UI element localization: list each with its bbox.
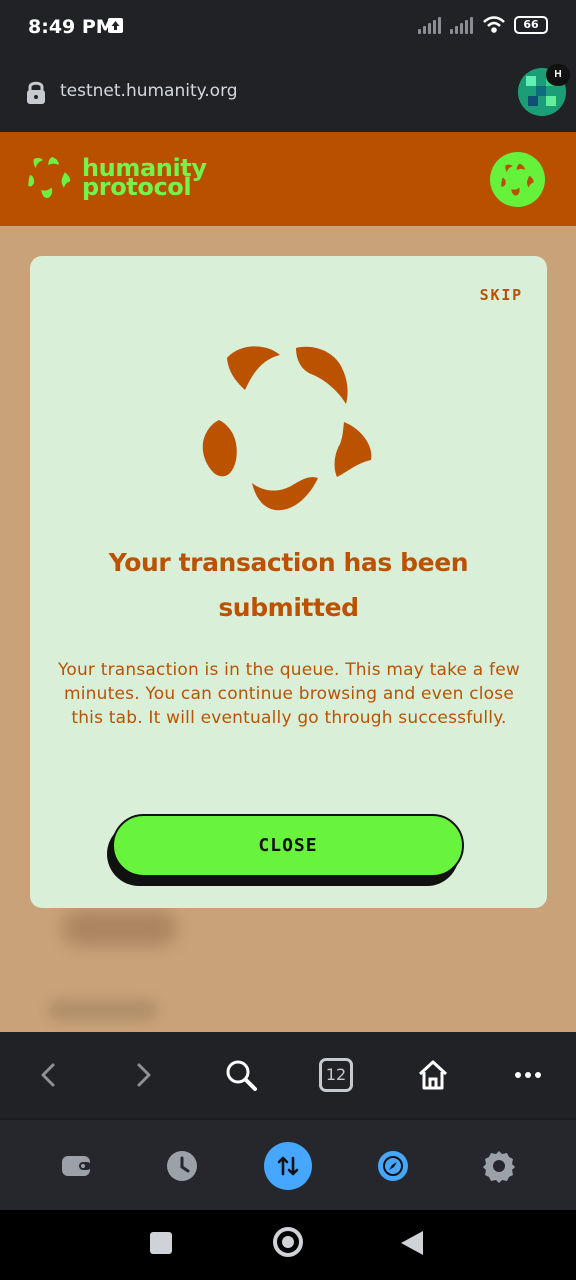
modal-message: Your transaction is in the queue. This m… [58, 660, 520, 728]
search-icon[interactable] [216, 1050, 266, 1100]
back-triangle-icon[interactable] [401, 1231, 423, 1255]
blurred-background-element [48, 1000, 158, 1020]
system-navigation-bar [0, 1210, 576, 1280]
battery-indicator: 66 [514, 16, 548, 34]
browser-address-bar[interactable]: testnet.humanity.org [0, 56, 576, 132]
brand-logo[interactable]: humanity protocol [28, 154, 207, 201]
blurred-background-element [62, 910, 177, 946]
brand-wordmark: humanity protocol [82, 154, 207, 201]
upload-icon [108, 18, 123, 33]
signal-icon [450, 16, 474, 34]
wallet-toolbar [0, 1120, 576, 1210]
history-icon[interactable] [158, 1142, 206, 1190]
close-button[interactable]: CLOSE [112, 814, 464, 877]
tabs-count-icon[interactable]: 12 [311, 1050, 361, 1100]
wifi-icon [483, 16, 505, 33]
profile-badge: H [546, 64, 570, 86]
status-bar: 8:49 PM 66 [0, 0, 576, 56]
humanity-logo-icon [202, 346, 372, 511]
humanity-logo-icon [28, 157, 71, 199]
signal-icon [418, 16, 442, 34]
status-icons: 66 [418, 16, 548, 34]
forward-icon[interactable] [118, 1050, 168, 1100]
home-circle-icon[interactable] [273, 1227, 303, 1257]
status-time: 8:49 PM [28, 16, 115, 38]
home-icon[interactable] [408, 1050, 458, 1100]
more-icon[interactable] [503, 1050, 553, 1100]
recent-apps-icon[interactable] [150, 1232, 172, 1254]
browser-navigation-bar: 12 [0, 1032, 576, 1118]
skip-button[interactable]: SKIP [480, 286, 523, 304]
swap-icon[interactable] [264, 1142, 312, 1190]
humanity-logo-icon [500, 163, 534, 195]
lock-icon [27, 81, 45, 104]
header-logo-button[interactable] [490, 152, 545, 207]
wallet-icon[interactable] [52, 1142, 100, 1190]
tab-count: 12 [319, 1058, 353, 1092]
back-icon[interactable] [24, 1050, 74, 1100]
url-text[interactable]: testnet.humanity.org [60, 81, 238, 101]
site-header: humanity protocol [0, 132, 576, 226]
modal-title: Your transaction has been submitted [108, 548, 469, 622]
gear-icon[interactable] [475, 1142, 523, 1190]
compass-icon[interactable] [369, 1142, 417, 1190]
transaction-modal: SKIP Your transaction has been submitted… [30, 256, 547, 908]
